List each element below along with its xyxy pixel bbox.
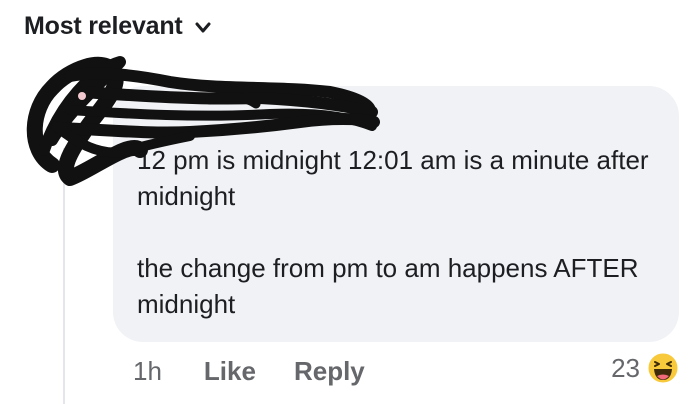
comment-actions: 1h Like Reply: [133, 356, 365, 387]
reaction-summary[interactable]: 23: [611, 351, 680, 385]
comment-timestamp[interactable]: 1h: [133, 356, 162, 387]
like-button[interactable]: Like: [204, 356, 256, 387]
reply-button[interactable]: Reply: [294, 356, 365, 387]
reaction-count: 23: [611, 352, 640, 383]
redaction-scribble: [26, 56, 380, 186]
haha-reaction-icon: [646, 351, 680, 385]
